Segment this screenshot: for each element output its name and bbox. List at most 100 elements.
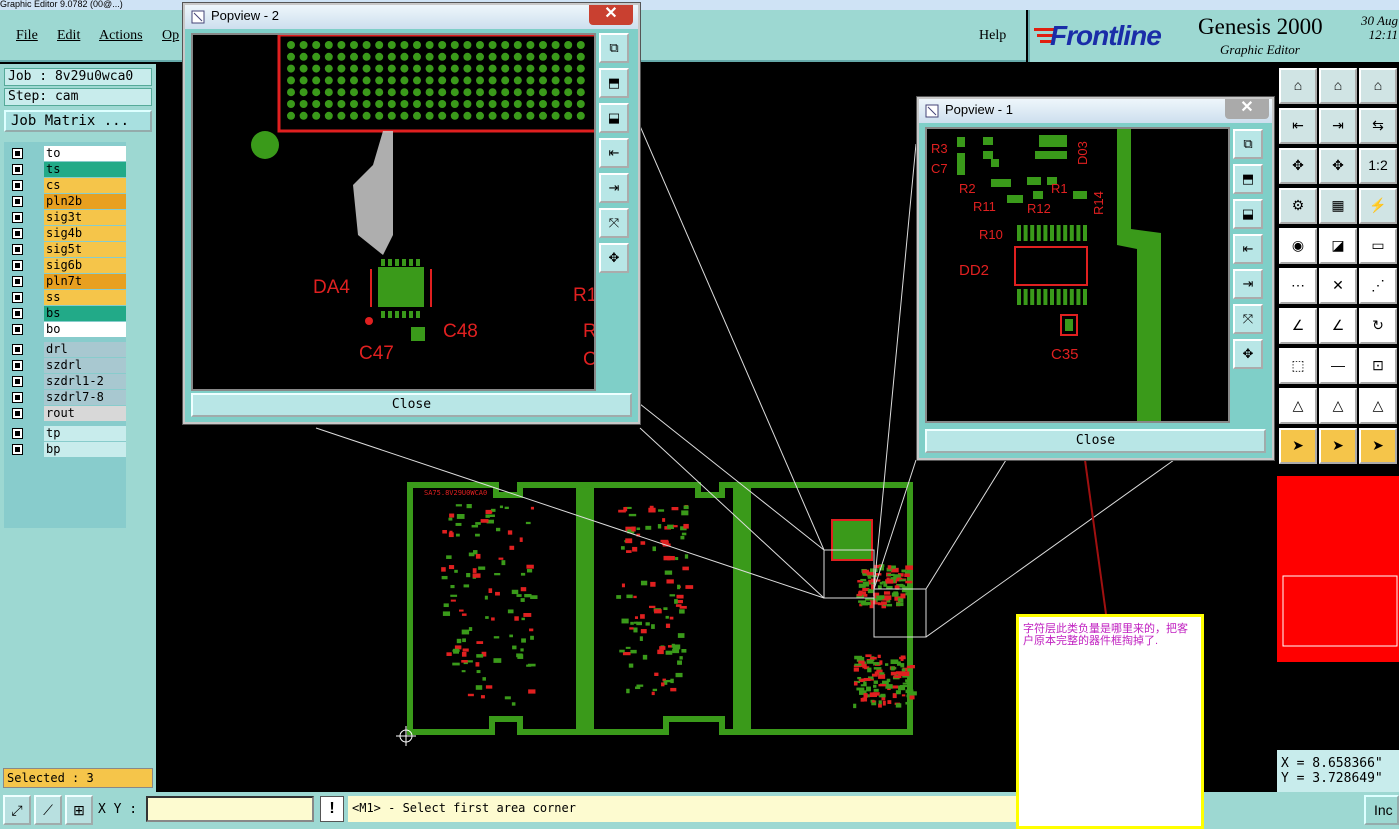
inc-button[interactable]: Inc — [1364, 795, 1399, 825]
layer-row-szdrl1-2[interactable]: szdrl1-2 — [8, 374, 126, 389]
layer-name[interactable]: drl — [44, 342, 126, 357]
layer-row-rout[interactable]: rout — [8, 406, 126, 421]
menu-file[interactable]: File — [16, 28, 38, 44]
tool-button-22-icon[interactable]: — — [1319, 348, 1357, 384]
view-tool-3-icon[interactable]: ⇤ — [599, 138, 629, 168]
view-tool-0-icon[interactable]: ⧉ — [599, 33, 629, 63]
tool-button-26-icon[interactable]: △ — [1359, 388, 1397, 424]
layer-checkbox[interactable] — [12, 344, 23, 355]
view-tool-5-icon[interactable]: ⤧ — [599, 208, 629, 238]
layer-row-cs[interactable]: cs — [8, 178, 126, 193]
popview-1-close-button[interactable]: Close — [925, 429, 1266, 453]
tool-button-1-icon[interactable]: ⌂ — [1319, 68, 1357, 104]
tool-button-29-icon[interactable]: ➤ — [1359, 428, 1397, 464]
tool-button-9-icon[interactable]: ⚙ — [1279, 188, 1317, 224]
layer-row-bs[interactable]: bs — [8, 306, 126, 321]
measure-icon[interactable]: ⟋ — [34, 795, 62, 825]
tool-button-3-icon[interactable]: ⇤ — [1279, 108, 1317, 144]
popview-2-close-button[interactable]: Close — [191, 393, 632, 417]
layer-row-pln7t[interactable]: pln7t — [8, 274, 126, 289]
view-tool-2-icon[interactable]: ⬓ — [599, 103, 629, 133]
tool-button-17-icon[interactable]: ⋰ — [1359, 268, 1397, 304]
layer-checkbox[interactable] — [12, 360, 23, 371]
layer-checkbox[interactable] — [12, 376, 23, 387]
layer-checkbox[interactable] — [12, 444, 23, 455]
popview-1-window[interactable]: Popview - 1 ✕ R3 C7 R2 R1 R11 R12 R14 D0… — [917, 97, 1274, 460]
layer-name[interactable]: szdrl — [44, 358, 126, 373]
layer-name[interactable]: cs — [44, 178, 126, 193]
layer-name[interactable]: pln2b — [44, 194, 126, 209]
layer-checkbox[interactable] — [12, 308, 23, 319]
tool-button-18-icon[interactable]: ∠ — [1279, 308, 1317, 344]
layer-row-tp[interactable]: tp — [8, 426, 126, 441]
layer-row-bp[interactable]: bp — [8, 442, 126, 457]
layer-checkbox[interactable] — [12, 324, 23, 335]
alert-icon[interactable]: ! — [320, 796, 344, 822]
layer-checkbox[interactable] — [12, 164, 23, 175]
layer-row-szdrl[interactable]: szdrl — [8, 358, 126, 373]
view-tool-1-icon[interactable]: ⬒ — [599, 68, 629, 98]
tool-button-0-icon[interactable]: ⌂ — [1279, 68, 1317, 104]
layer-row-drl[interactable]: drl — [8, 342, 126, 357]
layer-name[interactable]: tp — [44, 426, 126, 441]
view-tool-6-icon[interactable]: ✥ — [1233, 339, 1263, 369]
view-tool-1-icon[interactable]: ⬒ — [1233, 164, 1263, 194]
tool-button-12-icon[interactable]: ◉ — [1279, 228, 1317, 264]
view-tool-0-icon[interactable]: ⧉ — [1233, 129, 1263, 159]
tool-button-2-icon[interactable]: ⌂ — [1359, 68, 1397, 104]
tool-button-19-icon[interactable]: ∠ — [1319, 308, 1357, 344]
layer-checkbox[interactable] — [12, 392, 23, 403]
job-matrix-button[interactable]: Job Matrix ... — [4, 110, 152, 132]
layer-row-sig6b[interactable]: sig6b — [8, 258, 126, 273]
layer-checkbox[interactable] — [12, 196, 23, 207]
popview-2-close-x-icon[interactable]: ✕ — [589, 5, 633, 25]
tool-button-25-icon[interactable]: △ — [1319, 388, 1357, 424]
layer-row-sig3t[interactable]: sig3t — [8, 210, 126, 225]
layer-row-to[interactable]: to — [8, 146, 126, 161]
layer-name[interactable]: bo — [44, 322, 126, 337]
layer-name[interactable]: szdrl1-2 — [44, 374, 126, 389]
popview-1-viewport[interactable]: R3 C7 R2 R1 R11 R12 R14 D03 R10 DD2 C35 — [925, 127, 1230, 423]
layer-name[interactable]: bp — [44, 442, 126, 457]
snap-grid-icon[interactable]: ⊞ — [65, 795, 93, 825]
view-tool-5-icon[interactable]: ⤧ — [1233, 304, 1263, 334]
layer-name[interactable]: ts — [44, 162, 126, 177]
tool-button-4-icon[interactable]: ⇥ — [1319, 108, 1357, 144]
layer-row-ts[interactable]: ts — [8, 162, 126, 177]
popview-2-viewport[interactable]: DA4 C48 C47 R1 R C — [191, 33, 601, 391]
view-tool-4-icon[interactable]: ⇥ — [599, 173, 629, 203]
layer-name[interactable]: bs — [44, 306, 126, 321]
tool-button-7-icon[interactable]: ✥ — [1319, 148, 1357, 184]
tool-button-13-icon[interactable]: ◪ — [1319, 228, 1357, 264]
layer-checkbox[interactable] — [12, 276, 23, 287]
layer-row-sig5t[interactable]: sig5t — [8, 242, 126, 257]
layer-name[interactable]: pln7t — [44, 274, 126, 289]
tool-button-20-icon[interactable]: ↻ — [1359, 308, 1397, 344]
layer-row-bo[interactable]: bo — [8, 322, 126, 337]
tool-button-23-icon[interactable]: ⊡ — [1359, 348, 1397, 384]
layer-name[interactable]: ss — [44, 290, 126, 305]
tool-button-27-icon[interactable]: ➤ — [1279, 428, 1317, 464]
tool-button-16-icon[interactable]: ✕ — [1319, 268, 1357, 304]
layer-checkbox[interactable] — [12, 408, 23, 419]
menu-help[interactable]: Help — [979, 28, 1006, 44]
layer-name[interactable]: sig5t — [44, 242, 126, 257]
layer-row-szdrl7-8[interactable]: szdrl7-8 — [8, 390, 126, 405]
view-tool-4-icon[interactable]: ⇥ — [1233, 269, 1263, 299]
menu-edit[interactable]: Edit — [57, 28, 80, 44]
view-tool-6-icon[interactable]: ✥ — [599, 243, 629, 273]
menu-op[interactable]: Op — [162, 28, 179, 44]
tool-button-15-icon[interactable]: ⋯ — [1279, 268, 1317, 304]
menu-actions[interactable]: Actions — [99, 28, 143, 44]
view-tool-3-icon[interactable]: ⇤ — [1233, 234, 1263, 264]
tool-button-21-icon[interactable]: ⬚ — [1279, 348, 1317, 384]
layer-checkbox[interactable] — [12, 180, 23, 191]
layer-checkbox[interactable] — [12, 244, 23, 255]
layer-name[interactable]: rout — [44, 406, 126, 421]
tool-button-28-icon[interactable]: ➤ — [1319, 428, 1357, 464]
layer-row-ss[interactable]: ss — [8, 290, 126, 305]
tool-button-10-icon[interactable]: ▦ — [1319, 188, 1357, 224]
tool-button-5-icon[interactable]: ⇆ — [1359, 108, 1397, 144]
layer-checkbox[interactable] — [12, 428, 23, 439]
tool-button-8-icon[interactable]: 1:2 — [1359, 148, 1397, 184]
